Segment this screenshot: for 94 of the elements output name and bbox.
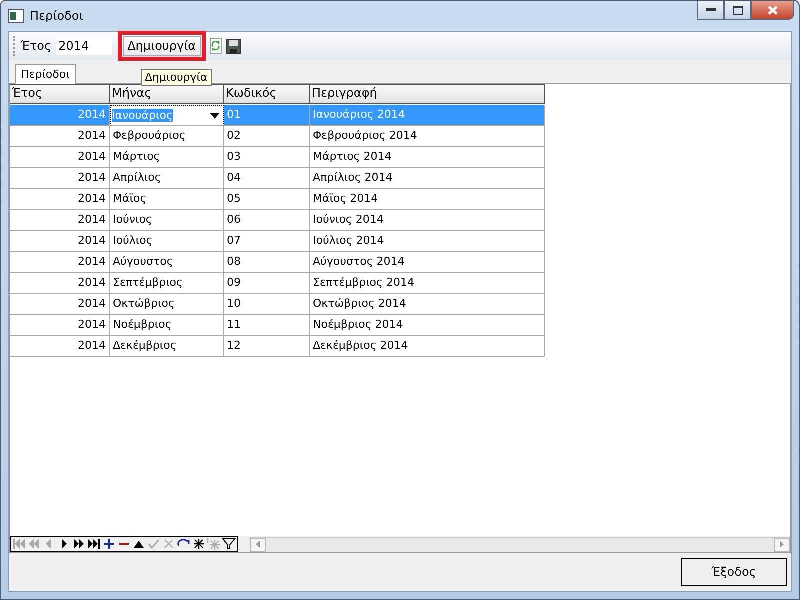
table-row[interactable]: 2014 Οκτώβριος 10 Οκτώβριος 2014: [10, 294, 790, 315]
table-cell: 11: [224, 315, 310, 336]
table-cell: Μάϊος: [110, 189, 224, 210]
table-cell: 2014: [10, 252, 110, 273]
table-cell: 07: [224, 231, 310, 252]
table-cell: Ιανουάριος 2014: [310, 105, 545, 126]
table-cell: Απρίλιος 2014: [310, 168, 545, 189]
horizontal-scrollbar[interactable]: [250, 536, 790, 552]
table-cell: 2014: [10, 315, 110, 336]
table-cell: Αύγουστος: [110, 252, 224, 273]
table-cell: Ιούλιος 2014: [310, 231, 545, 252]
navigator-button[interactable]: [222, 537, 236, 551]
table-row[interactable]: 2014 Μάρτιος 03 Μάρτιος 2014: [10, 147, 790, 168]
rewind-icon: [27, 537, 41, 551]
navigator-button[interactable]: [72, 537, 86, 551]
year-field[interactable]: 2014: [56, 37, 112, 55]
table-cell: 2014: [10, 126, 110, 147]
table-row[interactable]: 2014 Μάϊος 05 Μάϊος 2014: [10, 189, 790, 210]
table-cell: 10: [224, 294, 310, 315]
table-cell: 2014: [10, 231, 110, 252]
table-cell: 06: [224, 210, 310, 231]
table-cell: Οκτώβριος: [110, 294, 224, 315]
table-cell: Ιούνιος 2014: [310, 210, 545, 231]
table-cell: 09: [224, 273, 310, 294]
table-cell: Αύγουστος 2014: [310, 252, 545, 273]
table-cell: Απρίλιος: [110, 168, 224, 189]
maximize-icon: [732, 6, 742, 14]
table-row[interactable]: 2014 Νοέμβριος 11 Νοέμβριος 2014: [10, 315, 790, 336]
table-cell: Μάρτιος 2014: [310, 147, 545, 168]
table-cell: 04: [224, 168, 310, 189]
first-record-icon: [12, 537, 26, 551]
table-row[interactable]: 2014 Ιούνιος 06 Ιούνιος 2014: [10, 210, 790, 231]
dropdown-arrow-icon: [210, 112, 220, 118]
table-cell: 2014: [10, 105, 110, 126]
minimize-icon: [706, 8, 716, 12]
table-cell: 02: [224, 126, 310, 147]
column-header[interactable]: Κωδικός: [224, 84, 310, 104]
exit-button[interactable]: Έξοδος: [681, 558, 787, 586]
asterisk-icon: [207, 537, 221, 551]
right-arrow-icon: [780, 541, 784, 548]
table-cell: Φεβρουάριος: [110, 126, 224, 147]
table-cell: Μάϊος 2014: [310, 189, 545, 210]
table-cell: Σεπτέμβριος: [110, 273, 224, 294]
maximize-button[interactable]: [724, 1, 751, 20]
table-cell: Μάρτιος: [110, 147, 224, 168]
table-cell: 03: [224, 147, 310, 168]
window-icon: [8, 9, 24, 23]
table-cell: 2014: [10, 273, 110, 294]
table-cell: 2014: [10, 168, 110, 189]
save-icon[interactable]: [226, 38, 242, 54]
column-header[interactable]: Μήνας: [110, 84, 224, 104]
column-header[interactable]: Περιγραφή: [310, 84, 545, 104]
table-cell: Ιούλιος: [110, 231, 224, 252]
table-cell: 12: [224, 336, 310, 357]
close-button[interactable]: [751, 1, 794, 20]
table-cell: 08: [224, 252, 310, 273]
navigator-button[interactable]: [192, 537, 206, 551]
navigator-button[interactable]: [87, 537, 101, 551]
minimize-button[interactable]: [697, 1, 724, 20]
column-header[interactable]: Έτος: [10, 84, 110, 104]
table-cell: 2014: [10, 147, 110, 168]
navigator-button[interactable]: [102, 537, 116, 551]
scroll-right-button[interactable]: [774, 538, 790, 552]
window-title: Περίοδοι: [30, 9, 84, 23]
table-cell: 05: [224, 189, 310, 210]
tooltip: Δημιουργία: [141, 69, 212, 86]
table-row[interactable]: 2014 Απρίλιος 04 Απρίλιος 2014: [10, 168, 790, 189]
table-row[interactable]: 2014 Φεβρουάριος 02 Φεβρουάριος 2014: [10, 126, 790, 147]
table-cell: Νοέμβριος 2014: [310, 315, 545, 336]
tab[interactable]: Περίοδοι: [15, 64, 76, 84]
scroll-left-button[interactable]: [250, 538, 266, 552]
table-row[interactable]: 2014 Δεκέμβριος 12 Δεκέμβριος 2014: [10, 336, 790, 357]
plus-icon: [102, 537, 116, 551]
table-cell: Δεκέμβριος: [110, 336, 224, 357]
left-arrow-icon: [256, 541, 260, 548]
table-row[interactable]: 2014 Ιούλιος 07 Ιούλιος 2014: [10, 231, 790, 252]
table-cell: 2014: [10, 210, 110, 231]
close-icon: [768, 6, 778, 14]
table-cell: Φεβρουάριος 2014: [310, 126, 545, 147]
table-cell: Νοέμβριος: [110, 315, 224, 336]
table-cell: Ιούνιος: [110, 210, 224, 231]
table-cell: 2014: [10, 189, 110, 210]
table-cell: Οκτώβριος 2014: [310, 294, 545, 315]
year-label: Έτος: [21, 39, 52, 53]
table-cell: Σεπτέμβριος 2014: [310, 273, 545, 294]
create-button[interactable]: Δημιουργία: [122, 36, 202, 56]
table-cell: 01: [224, 105, 310, 126]
table-cell: 2014: [10, 294, 110, 315]
table-cell: Δεκέμβριος 2014: [310, 336, 545, 357]
table-cell: 2014: [10, 336, 110, 357]
table-row[interactable]: 2014 Αύγουστος 08 Αύγουστος 2014: [10, 252, 790, 273]
table-row[interactable]: 2014 Σεπτέμβριος 09 Σεπτέμβριος 2014: [10, 273, 790, 294]
close-icon: [162, 537, 176, 551]
check-icon: [147, 537, 161, 551]
